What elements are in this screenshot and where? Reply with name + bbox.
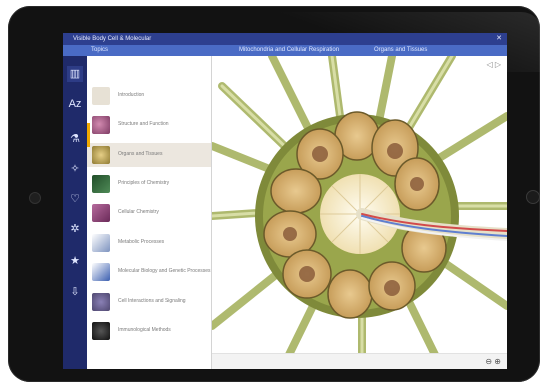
title-bar: Visible Body Cell & Molecular ✕: [63, 33, 507, 45]
topic-thumbnail: [92, 87, 110, 105]
topic-thumbnail: [92, 293, 110, 311]
list-item[interactable]: Structure and Function: [87, 113, 211, 137]
viewer-bottom-bar: ⊖ ⊕: [212, 353, 507, 369]
lightbulb-icon[interactable]: ✧: [67, 161, 83, 177]
list-item[interactable]: Cellular Chemistry: [87, 201, 211, 225]
microscope-icon[interactable]: ⚗: [67, 131, 83, 147]
list-item-label: Immunological Methods: [118, 327, 171, 333]
list-item-label: Molecular Biology and Genetic Processes: [118, 268, 211, 274]
list-item[interactable]: Molecular Biology and Genetic Processes: [87, 260, 211, 284]
list-item-label: Organs and Tissues: [118, 151, 163, 157]
front-camera: [29, 192, 41, 204]
topic-thumbnail: [92, 263, 110, 281]
3d-model-viewer[interactable]: ◁ ▷: [212, 56, 507, 369]
settings-icon[interactable]: ✲: [67, 221, 83, 237]
list-item-label: Principles of Chemistry: [118, 180, 170, 186]
list-item-label: Introduction: [118, 92, 145, 98]
list-item[interactable]: Introduction: [87, 84, 211, 108]
list-item-label: Structure and Function: [118, 121, 169, 127]
tab-mitochondria[interactable]: Mitochondria and Cellular Respiration: [239, 45, 339, 56]
app-title: Visible Body Cell & Molecular: [73, 36, 152, 42]
topic-list: Introduction Structure and Function Orga…: [87, 56, 212, 369]
app-screen: Visible Body Cell & Molecular ✕ Topics M…: [63, 33, 507, 369]
list-item[interactable]: Principles of Chemistry: [87, 172, 211, 196]
topic-thumbnail: [92, 146, 110, 164]
list-item-label: Metabolic Processes: [118, 239, 165, 245]
close-icon[interactable]: ✕: [496, 33, 502, 45]
topic-thumbnail: [92, 204, 110, 222]
active-topic-marker: [87, 123, 90, 147]
list-item[interactable]: Metabolic Processes: [87, 231, 211, 255]
tab-bar: Topics Mitochondria and Cellular Respira…: [63, 45, 507, 56]
topic-thumbnail: [92, 116, 110, 134]
list-item[interactable]: Cell Interactions and Signaling: [87, 290, 211, 314]
viewer-nav-arrows[interactable]: ◁ ▷: [486, 60, 501, 69]
ganglion-illustration: [212, 56, 507, 369]
side-rail: ▥ Aᴢ ⚗ ✧ ♡ ✲ ★ ⇩: [63, 56, 87, 369]
library-icon[interactable]: ▥: [67, 66, 83, 82]
list-item[interactable]: Immunological Methods: [87, 319, 211, 343]
tab-topics[interactable]: Topics: [91, 45, 108, 56]
topic-thumbnail: [92, 234, 110, 252]
download-icon[interactable]: ⇩: [67, 284, 83, 300]
list-item-label: Cell Interactions and Signaling: [118, 298, 186, 304]
list-item-label: Cellular Chemistry: [118, 209, 159, 215]
topic-thumbnail: [92, 175, 110, 193]
topic-thumbnail: [92, 322, 110, 340]
list-item[interactable]: Organs and Tissues: [87, 143, 211, 167]
home-button[interactable]: [526, 190, 540, 204]
tablet-frame: Visible Body Cell & Molecular ✕ Topics M…: [8, 6, 543, 382]
glossary-icon[interactable]: Aᴢ: [67, 96, 83, 112]
tab-organs-tissues[interactable]: Organs and Tissues: [374, 45, 427, 56]
heartbeat-icon[interactable]: ♡: [67, 191, 83, 207]
star-icon[interactable]: ★: [67, 253, 83, 269]
zoom-controls[interactable]: ⊖ ⊕: [485, 357, 501, 366]
